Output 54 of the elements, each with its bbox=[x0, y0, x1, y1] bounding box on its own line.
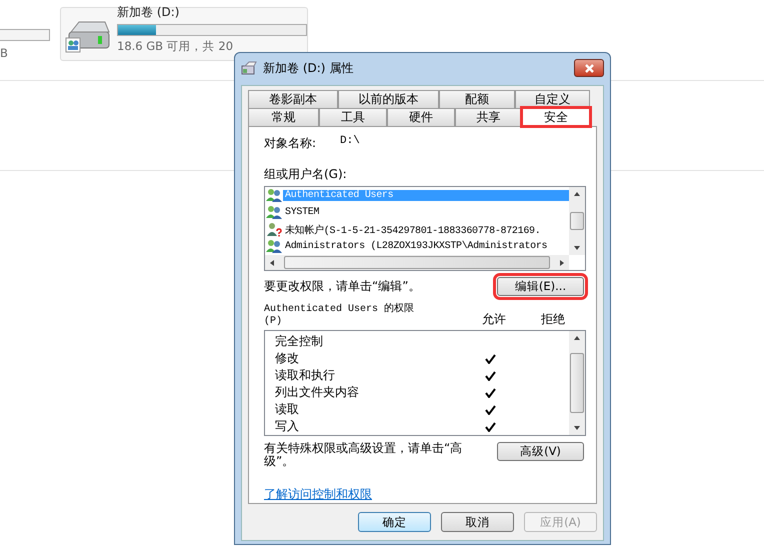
tab[interactable]: 自定义 bbox=[515, 90, 590, 108]
unknown-user-icon bbox=[266, 222, 282, 237]
object-name-value: D:\ bbox=[340, 135, 360, 149]
close-icon bbox=[584, 62, 594, 74]
dialog-button[interactable]: 取消 bbox=[441, 512, 514, 532]
scrollbar-thumb[interactable] bbox=[570, 212, 584, 230]
tab[interactable]: 卷影副本 bbox=[248, 90, 338, 108]
scroll-right-arrow-icon bbox=[558, 258, 566, 266]
help-link[interactable]: 了解访问控制和权限 bbox=[264, 486, 372, 503]
users-icon bbox=[266, 239, 282, 254]
drive-size-text: B bbox=[0, 46, 9, 60]
scroll-up-arrow-icon bbox=[573, 190, 581, 198]
vertical-scrollbar[interactable] bbox=[569, 187, 585, 255]
users-icon bbox=[266, 188, 282, 203]
scrollbar-thumb[interactable] bbox=[570, 353, 584, 413]
drive-free-text: 18.6 GB 可用，共 20 bbox=[117, 39, 234, 54]
permission-name: 写入 bbox=[275, 418, 300, 435]
drive-tile[interactable]: 新加卷 (D:) 18.6 GB 可用，共 20 bbox=[60, 7, 308, 61]
horizontal-scrollbar[interactable] bbox=[265, 255, 569, 270]
permission-name: 读取和执行 bbox=[275, 367, 336, 384]
dialog-button[interactable]: 确定 bbox=[358, 512, 431, 532]
users-icon bbox=[266, 205, 282, 220]
tab[interactable]: 以前的版本 bbox=[338, 90, 439, 108]
scroll-down-arrow-icon bbox=[573, 244, 581, 252]
tab[interactable]: 安全 bbox=[522, 108, 590, 126]
tab[interactable]: 工具 bbox=[319, 108, 387, 126]
vertical-scrollbar[interactable] bbox=[569, 331, 585, 435]
drive-icon bbox=[241, 61, 257, 75]
drive-name: 新加卷 (D:) bbox=[117, 4, 180, 21]
advanced-hint: 有关特殊权限或高级设置，请单击“高级”。 bbox=[264, 442, 464, 468]
permission-name: 完全控制 bbox=[275, 333, 324, 350]
object-name-label: 对象名称: bbox=[264, 135, 316, 152]
user-list-item[interactable]: Administrators (L28ZOX193JKXSTP\Administrators bbox=[265, 238, 569, 255]
permission-name: 列出文件夹内容 bbox=[275, 384, 360, 401]
user-list-item[interactable]: SYSTEM bbox=[265, 204, 569, 221]
permission-name: 读取 bbox=[275, 401, 300, 418]
permission-name: 修改 bbox=[275, 350, 300, 367]
scroll-down-arrow-icon bbox=[573, 424, 581, 432]
users-label: 组或用户名(G): bbox=[264, 166, 348, 183]
user-list-item[interactable]: 未知帐户(S-1-5-21-354297801-1883360778-872169. bbox=[265, 221, 569, 238]
deny-header: 拒绝 bbox=[540, 311, 566, 328]
edit-hint: 要更改权限，请单击“编辑”。 bbox=[264, 278, 420, 295]
permissions-label: Authenticated Users 的权限 (P) bbox=[264, 304, 416, 328]
scroll-up-arrow-icon bbox=[573, 334, 581, 342]
close-button[interactable] bbox=[574, 59, 604, 77]
scroll-left-arrow-icon bbox=[268, 258, 276, 266]
tab[interactable]: 常规 bbox=[248, 108, 319, 126]
advanced-button[interactable]: 高级(V) bbox=[497, 442, 584, 461]
window-title: 新加卷 (D:) 属性 bbox=[263, 60, 354, 76]
scrollbar-thumb[interactable] bbox=[284, 256, 550, 269]
tab[interactable]: 共享 bbox=[455, 108, 522, 126]
allow-header: 允许 bbox=[481, 311, 507, 328]
tab[interactable]: 配额 bbox=[439, 90, 515, 108]
tab[interactable]: 硬件 bbox=[387, 108, 455, 126]
